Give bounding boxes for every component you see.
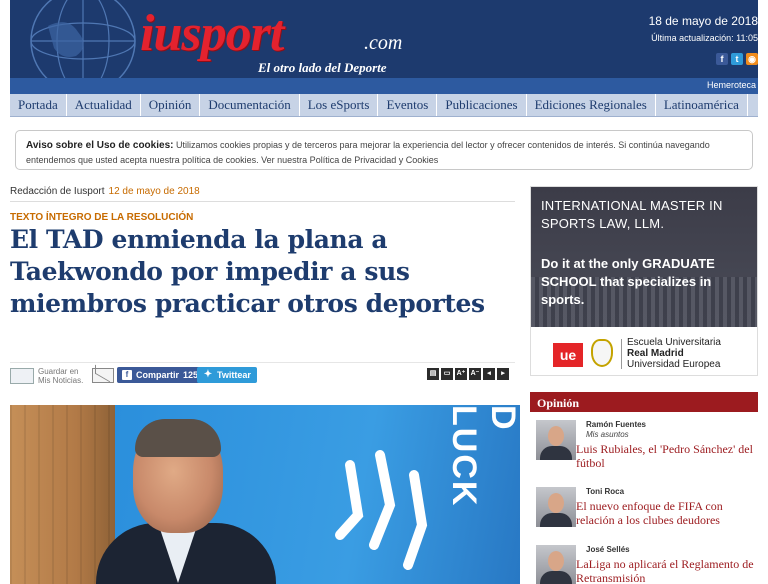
main-nav: Portada Actualidad Opinión Documentación… — [10, 94, 758, 117]
rss-icon[interactable]: ◉ — [746, 53, 758, 65]
facebook-share-count: 125 — [183, 370, 199, 380]
ad-subheadline: Do it at the only GRADUATE SCHOOL that s… — [541, 256, 715, 307]
backdrop-logo-graphic — [335, 450, 428, 570]
opinion-author: Toni Roca — [586, 487, 625, 496]
opinion-title-link[interactable]: LaLiga no aplicará el Reglamento de Retr… — [576, 557, 758, 584]
ue-logo: ue — [553, 343, 583, 367]
twitter-icon[interactable]: t — [731, 53, 743, 65]
font-increase-icon[interactable]: A⁺ — [455, 368, 467, 380]
comment-icon[interactable]: ▭ — [441, 368, 453, 380]
author-avatar — [536, 545, 576, 584]
opinion-title[interactable]: Opinión — [537, 396, 579, 411]
cookie-notice: Aviso sobre el Uso de cookies: Utilizamo… — [15, 130, 753, 170]
twitter-icon: ✦ — [203, 369, 213, 380]
tweet-button[interactable]: ✦ Twittear — [197, 367, 257, 383]
previous-arrow-icon[interactable]: ◂ — [483, 368, 495, 380]
nav-item-ediciones-regionales[interactable]: Ediciones Regionales — [527, 94, 656, 116]
save-to-my-news[interactable]: Guardar en Mis Noticias. — [10, 367, 88, 385]
facebook-share-button[interactable]: f Compartir 125 — [117, 367, 204, 383]
nav-item-actualidad[interactable]: Actualidad — [67, 94, 141, 116]
current-date: 18 de mayo de 2018 — [648, 14, 758, 28]
opinion-author: Ramón Fuentes — [586, 420, 647, 429]
print-icon[interactable]: ▤ — [427, 368, 439, 380]
tweet-label: Twittear — [217, 370, 251, 380]
social-links: f t ◉ — [716, 53, 758, 65]
cookie-notice-title: Aviso sobre el Uso de cookies: — [26, 140, 174, 151]
ad-school-line1: Escuela Universitaria — [627, 337, 721, 348]
article-photo: D LUCK — [10, 405, 520, 584]
ad-school-line3: Universidad Europea — [627, 359, 721, 370]
nav-item-publicaciones[interactable]: Publicaciones — [437, 94, 527, 116]
photo-person-hair — [135, 419, 221, 457]
author-avatar — [536, 420, 576, 460]
ad-headline: INTERNATIONAL MASTER IN SPORTS LAW, LLM. — [541, 198, 723, 231]
ad-banner[interactable]: INTERNATIONAL MASTER IN SPORTS LAW, LLM.… — [530, 186, 758, 376]
nav-item-opinion[interactable]: Opinión — [141, 94, 201, 116]
divider — [10, 201, 515, 202]
nav-item-documentacion[interactable]: Documentación — [200, 94, 300, 116]
opinion-blog: Mis asuntos — [586, 430, 629, 439]
site-logo[interactable]: iusport — [140, 4, 284, 64]
facebook-icon[interactable]: f — [716, 53, 728, 65]
article-headline: El TAD enmienda la plana a Taekwondo por… — [10, 225, 485, 318]
opinion-title-link[interactable]: El nuevo enfoque de FIFA con relación a … — [576, 499, 758, 527]
page: iusport .com El otro lado del Deporte 18… — [0, 0, 768, 584]
real-madrid-crest-icon — [591, 339, 613, 367]
ad-school-name: Escuela Universitaria Real Madrid Univer… — [627, 337, 721, 370]
font-decrease-icon[interactable]: A⁻ — [469, 368, 481, 380]
hemeroteca-link[interactable]: Hemeroteca — [707, 80, 756, 90]
nav-item-portada[interactable]: Portada — [10, 94, 67, 116]
article-author[interactable]: Redacción de Iusport — [10, 186, 105, 197]
save-news-icon — [10, 368, 34, 384]
last-updated: Última actualización: 11:05 — [651, 33, 758, 43]
nav-item-esports[interactable]: Los eSports — [300, 94, 379, 116]
nav-item-latinoamerica[interactable]: Latinoamérica — [656, 94, 748, 116]
author-avatar — [536, 487, 576, 527]
opinion-title-link[interactable]: Luis Rubiales, el 'Pedro Sánchez' del fú… — [576, 442, 758, 470]
article-date: 12 de mayo de 2018 — [108, 186, 200, 197]
divider — [10, 362, 515, 363]
save-news-label: Guardar en Mis Noticias. — [38, 367, 84, 385]
divider — [621, 339, 622, 369]
nav-item-eventos[interactable]: Eventos — [378, 94, 438, 116]
ad-school-line2: Real Madrid — [627, 348, 684, 359]
photo-backdrop-text: D LUCK — [445, 405, 520, 508]
article-kicker: TEXTO ÍNTEGRO DE LA RESOLUCIÓN — [10, 212, 194, 223]
facebook-share-label: Compartir — [136, 370, 180, 380]
article-tools: ▤ ▭ A⁺ A⁻ ◂ ▸ — [427, 368, 509, 380]
hemeroteca-bar — [10, 78, 758, 94]
opinion-author: José Sellés — [586, 545, 630, 554]
site-tagline: El otro lado del Deporte — [258, 60, 387, 75]
facebook-icon: f — [122, 370, 132, 380]
article-byline: Redacción de Iusport 12 de mayo de 2018 — [10, 186, 200, 197]
site-logo-suffix: .com — [364, 32, 403, 54]
email-icon[interactable] — [92, 368, 114, 383]
next-arrow-icon[interactable]: ▸ — [497, 368, 509, 380]
